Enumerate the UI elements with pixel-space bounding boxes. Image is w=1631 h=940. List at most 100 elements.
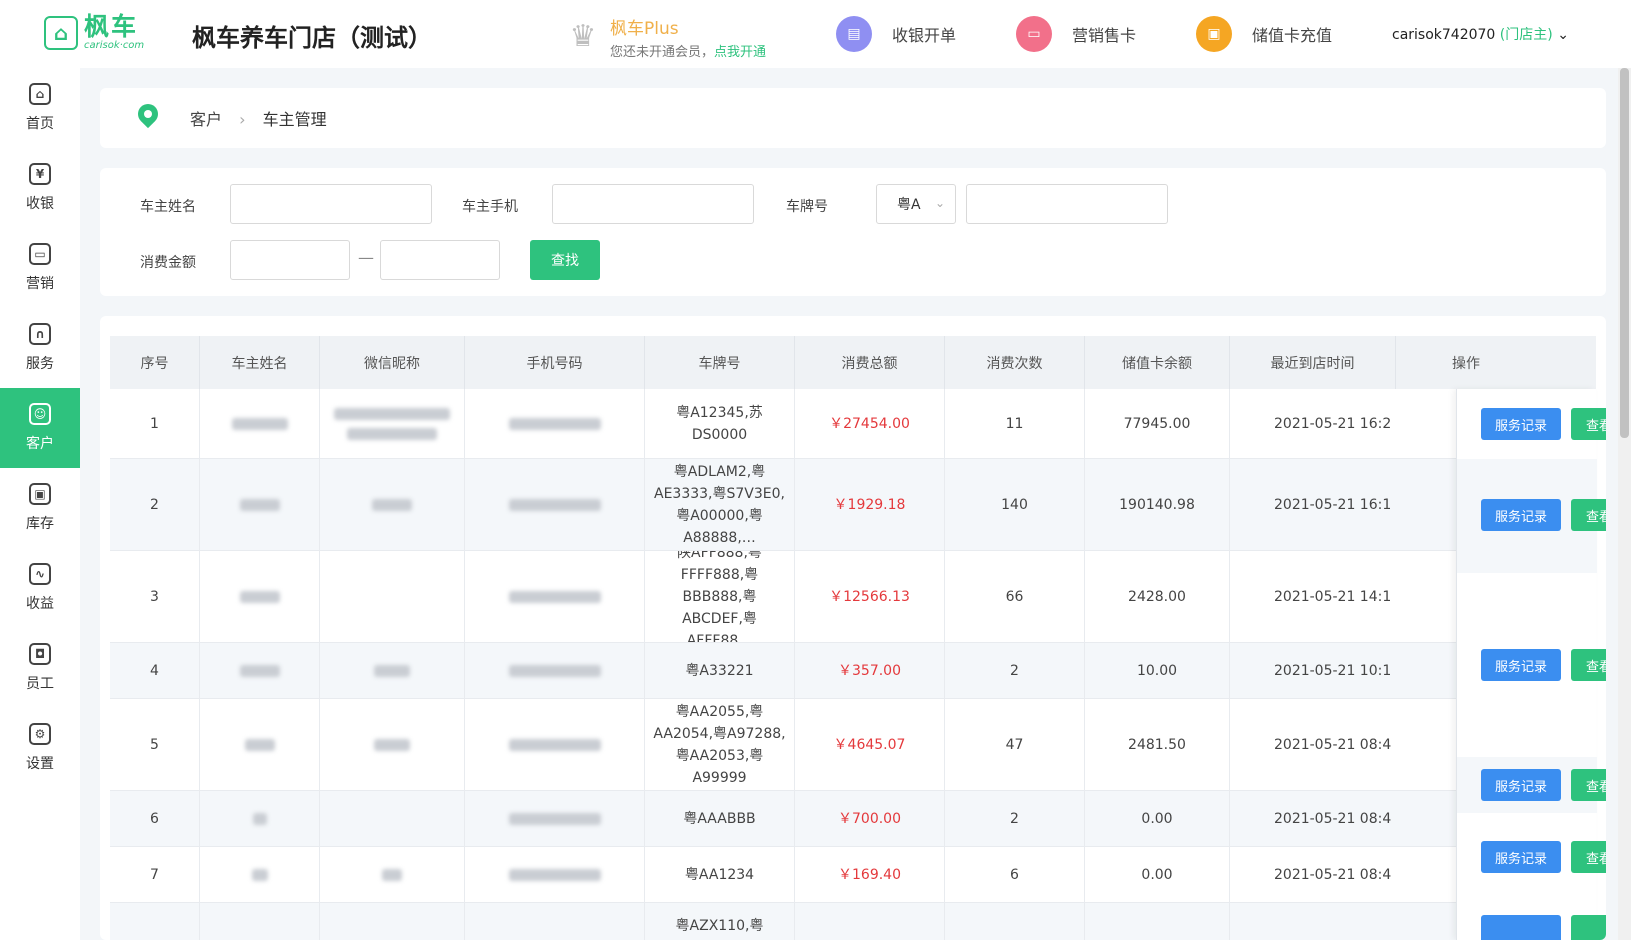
cell-last-visit: 2021-05-21 08:4: [1274, 866, 1392, 883]
cell-phone: [465, 791, 645, 846]
receipt-icon: ▤: [836, 16, 872, 52]
sidebar-item-settings[interactable]: ⚙ 设置: [0, 708, 80, 788]
cell-count: 11: [945, 389, 1085, 458]
cell-plate: 粤ADLAM2,粤AE3333,粤S7V3E0,粤A00000,粤A88888,…: [645, 459, 795, 550]
sidebar-item-inventory[interactable]: ▣ 库存: [0, 468, 80, 548]
amount-max-input[interactable]: [380, 240, 500, 280]
cell-phone: [465, 551, 645, 642]
card-icon: ▭: [1016, 16, 1052, 52]
find-button[interactable]: 查找: [530, 240, 600, 280]
actions-row: 服务记录 查看: [1457, 459, 1606, 573]
cell-owner-name: [200, 389, 320, 458]
view-button[interactable]: 查看: [1571, 841, 1606, 873]
cell-phone: [465, 699, 645, 790]
cell-last-visit: 2021-05-21 14:1: [1274, 588, 1392, 605]
chevron-down-icon: ⌄: [1557, 27, 1569, 43]
view-button[interactable]: 查看: [1571, 408, 1606, 440]
cell-wechat: [320, 389, 465, 458]
col-header-balance: 储值卡余额: [1085, 336, 1230, 389]
breadcrumb: 客户 › 车主管理: [100, 88, 1606, 148]
user-menu[interactable]: carisok742070 (门店主) ⌄: [1392, 24, 1569, 44]
owner-name-input[interactable]: [230, 184, 432, 224]
service-record-button[interactable]: 服务记录: [1481, 841, 1561, 873]
cell-plate: 陕AFF888,粤FFFF888,粤BBB888,粤ABCDEF,粤AFFF88…: [645, 551, 795, 642]
quick-sell-card[interactable]: ▭ 营销售卡: [1016, 16, 1136, 52]
service-record-button[interactable]: 服务记录: [1481, 769, 1561, 801]
service-record-button[interactable]: 服务记录: [1481, 499, 1561, 531]
plus-open-link[interactable]: 点我开通: [714, 45, 766, 60]
cell-wechat: [320, 791, 465, 846]
cell-count: 2: [945, 791, 1085, 846]
cell-total: ￥357.00: [795, 643, 945, 698]
table-row: 1 粤A12345,苏DS0000 ￥27454.00 11 77945.00 …: [110, 389, 1456, 459]
cell-count: 47: [945, 699, 1085, 790]
service-record-button[interactable]: 服务记录: [1481, 408, 1561, 440]
cell-balance: 2481.50: [1085, 699, 1230, 790]
cell-total: [795, 903, 945, 940]
cell-no: 6: [110, 791, 200, 846]
cell-plate: 粤AA2055,粤AA2054,粤A97288,粤AA2053,粤A99999: [645, 699, 795, 790]
cell-last-visit: 2021-05-21 16:2: [1274, 415, 1392, 432]
cell-owner-name: [200, 847, 320, 902]
top-header: ⌂ 枫车 carisok·com 枫车养车门店（测试） ♛ 枫车Plus 您还未…: [0, 0, 1631, 68]
scrollbar-thumb[interactable]: [1620, 68, 1629, 438]
cell-count: 2: [945, 643, 1085, 698]
chart-icon: ∿: [29, 563, 51, 585]
plus-subtitle: 您还未开通会员，: [610, 45, 715, 60]
quick-recharge-label: 储值卡充值: [1252, 26, 1333, 45]
col-header-owner-name: 车主姓名: [200, 336, 320, 389]
cell-plate: 粤AAABBB: [645, 791, 795, 846]
cell-last-visit: 2021-05-21 16:1: [1274, 496, 1392, 513]
quick-sell-card-label: 营销售卡: [1072, 26, 1137, 45]
crown-icon: ♛: [569, 19, 597, 54]
sidebar-item-home[interactable]: ⌂ 首页: [0, 68, 80, 148]
range-separator: —: [358, 248, 374, 267]
cell-plate: 粤A33221: [645, 643, 795, 698]
plate-prefix-select[interactable]: 粤A ⌄: [876, 184, 956, 224]
view-button[interactable]: 查看: [1571, 769, 1606, 801]
plus-membership[interactable]: ♛ 枫车Plus 您还未开通会员，点我开通: [566, 14, 766, 60]
sidebar-item-staff[interactable]: ◘ 员工: [0, 628, 80, 708]
cell-plate: 粤AZX110,粤ZZZXX: [645, 903, 795, 940]
sidebar-item-cashier[interactable]: ¥ 收银: [0, 148, 80, 228]
quick-recharge[interactable]: ▣ 储值卡充值: [1196, 16, 1332, 52]
view-button[interactable]: [1571, 915, 1606, 940]
plate-label: 车牌号: [786, 199, 828, 215]
service-record-button[interactable]: 服务记录: [1481, 649, 1561, 681]
actions-row: 服务记录 查看: [1457, 813, 1606, 905]
cell-plate: 粤AA1234: [645, 847, 795, 902]
page-scrollbar[interactable]: [1618, 68, 1631, 940]
box-icon: ▣: [29, 483, 51, 505]
table-row: 3 陕AFF888,粤FFFF888,粤BBB888,粤ABCDEF,粤AFFF…: [110, 551, 1456, 643]
cell-phone: [465, 643, 645, 698]
service-record-button[interactable]: [1481, 915, 1561, 940]
amount-label: 消费金额: [140, 255, 196, 271]
staff-icon: ◘: [29, 643, 51, 665]
sidebar: ⌂ 首页 ¥ 收银 ▭ 营销 ∩ 服务 ☺ 客户 ▣ 库存 ∿ 收益 ◘ 员工 ⚙ 设置: [0, 68, 80, 940]
view-button[interactable]: 查看: [1571, 649, 1606, 681]
plate-prefix-value: 粤A: [897, 197, 921, 213]
amount-min-input[interactable]: [230, 240, 350, 280]
chevron-right-icon: ›: [239, 110, 246, 129]
sidebar-item-customer[interactable]: ☺ 客户: [0, 388, 80, 468]
cell-phone: [465, 459, 645, 550]
quick-cashier-order[interactable]: ▤ 收银开单: [836, 16, 956, 52]
owner-phone-input[interactable]: [552, 184, 754, 224]
sidebar-item-service[interactable]: ∩ 服务: [0, 308, 80, 388]
actions-column: 服务记录 查看 服务记录 查看 服务记录 查看 服务记录 查看 服务记录 查看: [1456, 389, 1606, 940]
cell-balance: 0.00: [1085, 791, 1230, 846]
sidebar-item-revenue[interactable]: ∿ 收益: [0, 548, 80, 628]
cell-phone: [465, 847, 645, 902]
breadcrumb-parent[interactable]: 客户: [190, 110, 222, 129]
view-button[interactable]: 查看: [1571, 499, 1606, 531]
brand-logo[interactable]: ⌂ 枫车 carisok·com: [44, 14, 144, 51]
sidebar-item-marketing[interactable]: ▭ 营销: [0, 228, 80, 308]
cell-count: 140: [945, 459, 1085, 550]
cell-owner-name: [200, 643, 320, 698]
cell-balance: 10.00: [1085, 643, 1230, 698]
cell-wechat: [320, 847, 465, 902]
cell-no: 4: [110, 643, 200, 698]
plate-number-input[interactable]: [966, 184, 1168, 224]
table-body: 1 粤A12345,苏DS0000 ￥27454.00 11 77945.00 …: [110, 389, 1456, 940]
ticket-icon: ▭: [29, 243, 51, 265]
